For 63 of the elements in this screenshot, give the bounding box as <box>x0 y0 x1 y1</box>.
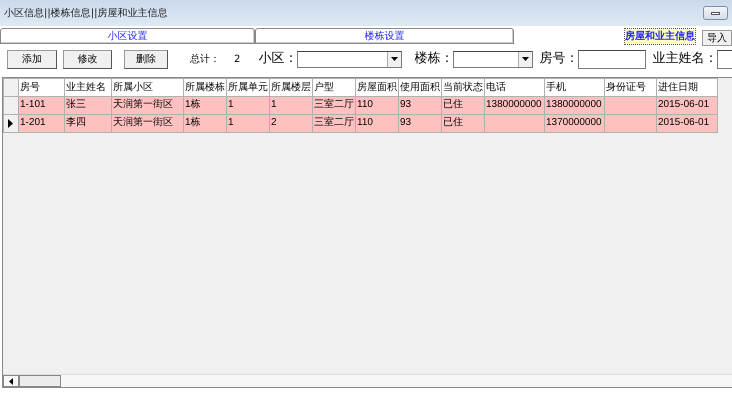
add-button[interactable]: 添加 <box>7 50 57 68</box>
dropdown-field[interactable] <box>297 50 402 68</box>
input-field[interactable] <box>578 50 646 68</box>
table-cell: 2015-06-01 <box>656 96 718 114</box>
table-cell: 张三 <box>64 96 112 114</box>
column-header[interactable]: 所属小区 <box>112 78 184 96</box>
column-header[interactable]: 业主姓名 <box>64 78 112 96</box>
table-cell: 天润第一街区 <box>112 96 184 114</box>
edit-button[interactable]: 修改 <box>63 50 112 68</box>
filter-label: 业主姓名： <box>652 50 718 68</box>
table-cell: 三室二厅 <box>312 96 356 114</box>
table-cell: 三室二厅 <box>312 114 356 132</box>
table-cell: 天润第一街区 <box>112 114 184 132</box>
column-header[interactable]: 当前状态 <box>442 78 484 96</box>
table-cell: 1 <box>226 114 270 132</box>
table-cell: 1-101 <box>18 96 64 114</box>
table-cell: 1380000000 <box>484 96 544 114</box>
column-header[interactable]: 手机 <box>544 78 604 96</box>
table-cell: 1-201 <box>18 114 64 132</box>
window-title: 小区信息||楼栋信息||房屋和业主信息 <box>4 6 168 20</box>
column-header[interactable]: 房屋面积 <box>356 78 398 96</box>
filter-label: 房号： <box>539 50 578 68</box>
table-cell: 1380000000 <box>544 96 604 114</box>
dropdown-field[interactable] <box>453 50 534 68</box>
table-cell: 110 <box>356 114 398 132</box>
dropdown-icon <box>387 52 402 66</box>
import-button[interactable]: 导入 <box>702 30 732 46</box>
column-header[interactable]: 所属楼层 <box>270 78 312 96</box>
minimize-button[interactable] <box>703 6 728 20</box>
total-label: 总计： <box>190 52 220 66</box>
table-cell: 已住 <box>442 96 484 114</box>
column-header[interactable]: 所属楼栋 <box>184 78 226 96</box>
table-cell: 110 <box>356 96 398 114</box>
dropdown-icon <box>518 52 532 66</box>
scrollbar-thumb[interactable] <box>19 375 61 387</box>
left-arrow-icon <box>9 378 13 384</box>
scroll-left-button[interactable] <box>3 375 19 387</box>
column-header[interactable]: 房号 <box>18 78 64 96</box>
table-cell: 1 <box>270 96 312 114</box>
table-cell: 93 <box>398 96 442 114</box>
column-header[interactable]: 使用面积 <box>398 78 442 96</box>
column-header[interactable]: 身份证号 <box>604 78 656 96</box>
delete-button[interactable]: 删除 <box>124 50 168 68</box>
filter-label: 楼栋： <box>414 50 454 68</box>
table-cell: 1栋 <box>184 96 226 114</box>
column-header[interactable]: 电话 <box>484 78 544 96</box>
column-header[interactable]: 户型 <box>312 78 356 96</box>
column-header[interactable]: 所属单元 <box>226 78 270 96</box>
column-header[interactable]: 进住日期 <box>656 78 718 96</box>
total-count: 2 <box>234 52 240 66</box>
table-cell: 李四 <box>64 114 112 132</box>
table-cell: 1栋 <box>184 114 226 132</box>
table-cell: 93 <box>398 114 442 132</box>
tab[interactable]: 楼栋设置 <box>254 28 514 44</box>
table-cell: 1370000000 <box>544 114 604 132</box>
row-header[interactable] <box>4 114 18 132</box>
table-cell: 1 <box>226 96 270 114</box>
table-cell: 2015-06-01 <box>656 114 718 132</box>
table-cell: 已住 <box>442 114 484 132</box>
filter-label: 小区： <box>258 50 298 68</box>
table-cell: 2 <box>270 114 312 132</box>
current-row-icon <box>8 119 13 128</box>
tab[interactable]: 小区设置 <box>0 28 255 44</box>
